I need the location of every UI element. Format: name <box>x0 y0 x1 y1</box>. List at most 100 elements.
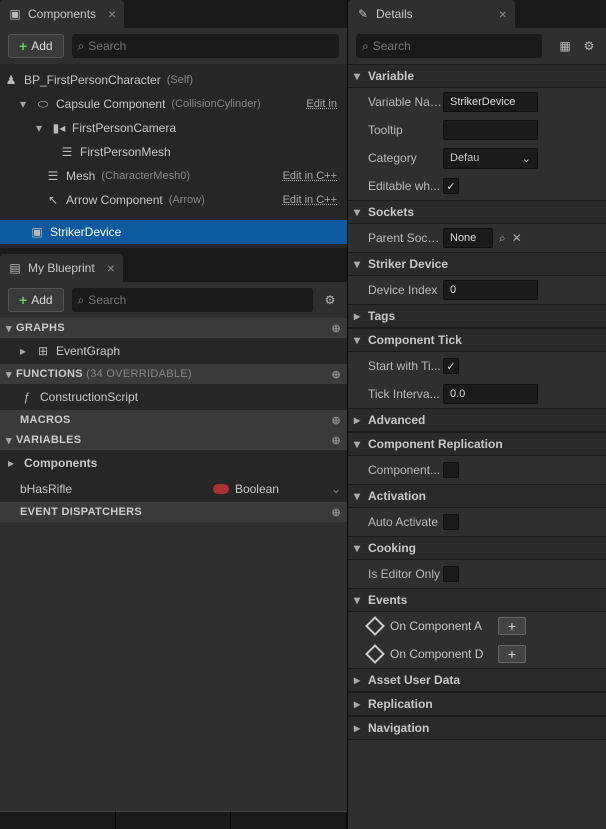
add-icon[interactable]: ⊕ <box>331 434 341 447</box>
tab-my-blueprint[interactable]: ▤ My Blueprint × <box>0 254 123 282</box>
expand-icon[interactable]: ▸ <box>8 456 18 470</box>
start-tick-checkbox[interactable] <box>443 358 459 374</box>
cat-cooking[interactable]: ▾Cooking <box>348 536 606 560</box>
footer-tabs[interactable] <box>0 811 347 829</box>
dispatchers-header[interactable]: EVENT DISPATCHERS ⊕ <box>0 502 347 522</box>
prop-start-tick: Start with Ti... <box>348 352 606 380</box>
plus-icon: + <box>19 292 27 308</box>
add-icon[interactable]: ⊕ <box>331 368 341 381</box>
var-bhasrifle[interactable]: bHasRifle Boolean ⌄ <box>0 476 347 502</box>
functions-header[interactable]: ▾ FUNCTIONS (34 OVERRIDABLE) ⊕ <box>0 364 347 384</box>
clear-icon[interactable]: ✕ <box>512 231 522 245</box>
add-bp-button[interactable]: + Add <box>8 288 64 312</box>
prop-auto-activate: Auto Activate <box>348 508 606 536</box>
add-icon[interactable]: ⊕ <box>331 322 341 335</box>
close-icon[interactable]: × <box>499 6 507 22</box>
cat-asset-user-data[interactable]: ▸Asset User Data <box>348 668 606 692</box>
cat-variable[interactable]: ▾Variable <box>348 64 606 88</box>
tick-interval-input[interactable] <box>443 384 538 404</box>
tree-fpmesh[interactable]: ☰ FirstPersonMesh <box>0 140 347 164</box>
add-event-button[interactable]: + <box>498 645 526 663</box>
gear-icon[interactable]: ⚙ <box>580 37 598 55</box>
search-input[interactable] <box>88 293 307 307</box>
skeletalmesh-icon: ☰ <box>46 169 60 183</box>
tree-arrow[interactable]: ↖ Arrow Component (Arrow) Edit in C++ <box>0 188 347 212</box>
prop-tick-interval: Tick Interva... <box>348 380 606 408</box>
edit-cpp-link[interactable]: Edit in C++ <box>283 194 337 206</box>
add-icon[interactable]: ⊕ <box>331 506 341 519</box>
editor-only-checkbox[interactable] <box>443 566 459 582</box>
graphs-header[interactable]: ▾ GRAPHS ⊕ <box>0 318 347 338</box>
prop-editable: Editable wh... <box>348 172 606 200</box>
editable-checkbox[interactable] <box>443 178 459 194</box>
grid-icon[interactable]: ▦ <box>556 37 574 55</box>
tree-root[interactable]: ♟ BP_FirstPersonCharacter (Self) <box>0 68 347 92</box>
tab-details[interactable]: ✎ Details × <box>348 0 515 28</box>
expand-icon[interactable]: ▾ <box>20 97 30 111</box>
add-icon[interactable]: ⊕ <box>331 414 341 427</box>
cat-sockets[interactable]: ▾Sockets <box>348 200 606 224</box>
component-replicates-checkbox[interactable] <box>443 462 459 478</box>
search-input[interactable] <box>88 39 333 53</box>
expand-icon[interactable]: ▾ <box>36 121 46 135</box>
prop-category: Category Defau⌄ <box>348 144 606 172</box>
expand-icon[interactable]: ▾ <box>6 322 16 335</box>
components-icon: ▣ <box>8 7 22 21</box>
cat-advanced[interactable]: ▸Advanced <box>348 408 606 432</box>
add-component-button[interactable]: + Add <box>8 34 64 58</box>
browse-icon[interactable]: ⌕ <box>499 231 506 246</box>
cat-replication[interactable]: ▸Replication <box>348 692 606 716</box>
chevron-down-icon[interactable]: ⌄ <box>331 482 341 496</box>
graph-icon: ⊞ <box>36 344 50 358</box>
edit-cpp-link[interactable]: Edit in <box>306 98 337 110</box>
cat-component-tick[interactable]: ▾Component Tick <box>348 328 606 352</box>
device-index-input[interactable] <box>443 280 538 300</box>
tooltip-input[interactable] <box>443 120 538 140</box>
construction-script[interactable]: ƒ ConstructionScript <box>0 384 347 410</box>
cat-events[interactable]: ▾Events <box>348 588 606 612</box>
auto-activate-checkbox[interactable] <box>443 514 459 530</box>
plus-icon: + <box>19 38 27 54</box>
tree-mesh[interactable]: ☰ Mesh (CharacterMesh0) Edit in C++ <box>0 164 347 188</box>
variable-name-input[interactable] <box>443 92 538 112</box>
close-icon[interactable]: × <box>107 260 115 276</box>
expand-icon[interactable]: ▸ <box>20 344 30 358</box>
edit-cpp-link[interactable]: Edit in C++ <box>283 170 337 182</box>
cat-tags[interactable]: ▸Tags <box>348 304 606 328</box>
var-components[interactable]: ▸ Components <box>0 450 347 476</box>
details-icon: ✎ <box>356 7 370 21</box>
components-search[interactable]: ⌕ <box>72 34 339 58</box>
function-icon: ƒ <box>20 390 34 404</box>
cat-striker-device[interactable]: ▾Striker Device <box>348 252 606 276</box>
prop-tooltip: Tooltip <box>348 116 606 144</box>
gear-icon[interactable]: ⚙ <box>321 291 339 309</box>
tree-capsule[interactable]: ▾ ⬭ Capsule Component (CollisionCylinder… <box>0 92 347 116</box>
prop-component-replicates: Component... <box>348 456 606 484</box>
capsule-icon: ⬭ <box>36 97 50 112</box>
macros-header[interactable]: MACROS ⊕ <box>0 410 347 430</box>
parent-socket-input[interactable] <box>443 228 493 248</box>
search-icon: ⌕ <box>78 293 85 308</box>
tab-label: Details <box>376 7 413 21</box>
category-combo[interactable]: Defau⌄ <box>443 148 538 169</box>
event-graph[interactable]: ▸ ⊞ EventGraph <box>0 338 347 364</box>
chevron-down-icon: ⌄ <box>522 152 531 165</box>
tab-components[interactable]: ▣ Components × <box>0 0 124 28</box>
prop-variable-name: Variable Name <box>348 88 606 116</box>
cat-component-replication[interactable]: ▾Component Replication <box>348 432 606 456</box>
mesh-icon: ☰ <box>60 145 74 159</box>
expand-icon[interactable]: ▾ <box>6 434 16 447</box>
details-search[interactable]: ⌕ <box>356 34 542 58</box>
prop-parent-socket: Parent Socket ⌕ ✕ <box>348 224 606 252</box>
cat-navigation[interactable]: ▸Navigation <box>348 716 606 740</box>
expand-icon[interactable]: ▾ <box>6 368 16 381</box>
bp-search[interactable]: ⌕ <box>72 288 313 312</box>
tree-striker[interactable]: ▣ StrikerDevice <box>0 220 347 244</box>
close-icon[interactable]: × <box>108 6 116 22</box>
search-input[interactable] <box>373 39 536 53</box>
cat-activation[interactable]: ▾Activation <box>348 484 606 508</box>
variables-header[interactable]: ▾ VARIABLES ⊕ <box>0 430 347 450</box>
add-event-button[interactable]: + <box>498 617 526 635</box>
tree-camera[interactable]: ▾ ▮◂ FirstPersonCamera <box>0 116 347 140</box>
camera-icon: ▮◂ <box>52 121 66 135</box>
